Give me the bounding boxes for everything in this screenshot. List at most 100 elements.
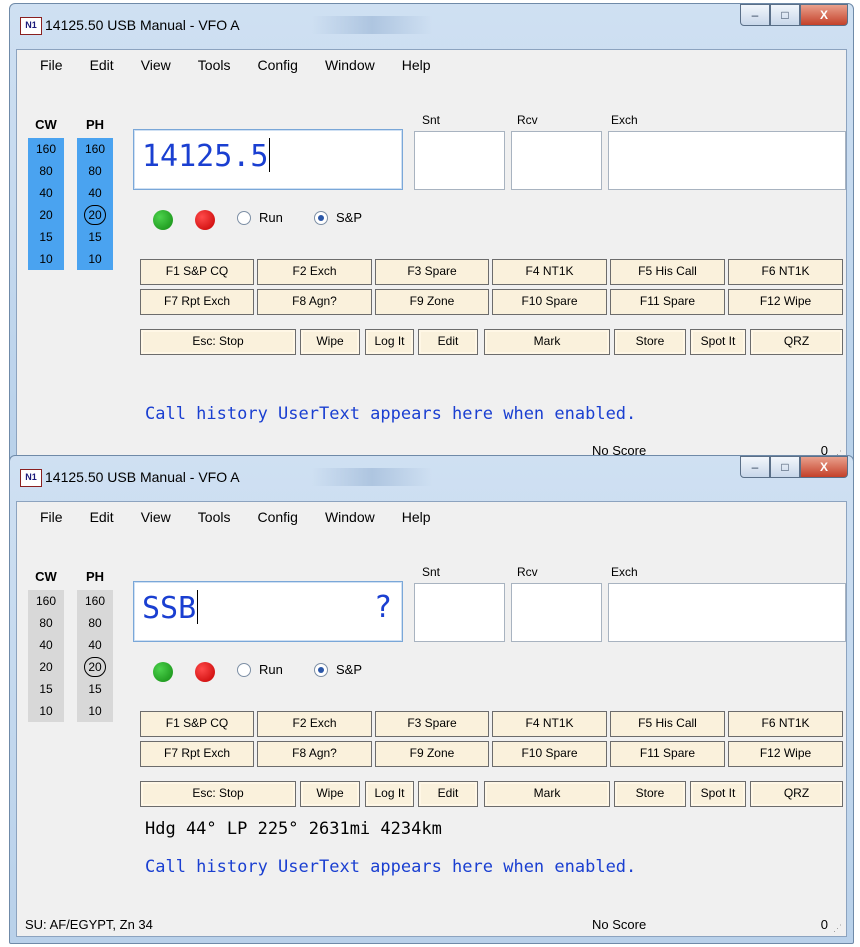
menu-view[interactable]: View — [137, 57, 175, 73]
cw-band-15[interactable]: 15 — [28, 226, 64, 248]
wipe-button[interactable]: Wipe — [300, 781, 360, 807]
menu-config[interactable]: Config — [253, 57, 301, 73]
minimize-button[interactable]: – — [740, 4, 770, 26]
log-it-button[interactable]: Log It — [365, 781, 414, 807]
exch-field[interactable] — [608, 131, 846, 190]
title-bar[interactable]: N1 14125.50 USB Manual - VFO A – □ X — [10, 456, 853, 500]
f7-button[interactable]: F7 Rpt Exch — [140, 289, 254, 315]
f9-button[interactable]: F9 Zone — [375, 289, 489, 315]
menu-help[interactable]: Help — [398, 57, 435, 73]
menu-tools[interactable]: Tools — [194, 509, 235, 525]
f4-button[interactable]: F4 NT1K — [492, 711, 607, 737]
ph-band-15[interactable]: 15 — [77, 678, 113, 700]
menu-window[interactable]: Window — [321, 57, 379, 73]
f8-button[interactable]: F8 Agn? — [257, 289, 372, 315]
f9-button[interactable]: F9 Zone — [375, 741, 489, 767]
run-radio[interactable]: Run — [237, 662, 283, 677]
menu-tools[interactable]: Tools — [194, 57, 235, 73]
f11-button[interactable]: F11 Spare — [610, 741, 725, 767]
callsign-field[interactable]: 14125.5 — [133, 129, 403, 190]
ph-band-40[interactable]: 40 — [77, 182, 113, 204]
cw-band-20[interactable]: 20 — [28, 204, 64, 226]
ph-band-160[interactable]: 160 — [77, 138, 113, 160]
f3-button[interactable]: F3 Spare — [375, 259, 489, 285]
f2-button[interactable]: F2 Exch — [257, 711, 372, 737]
ph-band-40[interactable]: 40 — [77, 634, 113, 656]
sp-radio[interactable]: S&P — [314, 662, 362, 677]
f5-button[interactable]: F5 His Call — [610, 711, 725, 737]
cw-band-80[interactable]: 80 — [28, 160, 64, 182]
cw-band-40[interactable]: 40 — [28, 634, 64, 656]
esc-stop-button[interactable]: Esc: Stop — [140, 781, 296, 807]
ph-band-160[interactable]: 160 — [77, 590, 113, 612]
edit-button[interactable]: Edit — [418, 781, 478, 807]
cw-band-160[interactable]: 160 — [28, 138, 64, 160]
ph-band-20-selected[interactable]: 20 — [77, 204, 113, 226]
resize-grip-icon[interactable]: ⋰ — [833, 923, 843, 933]
ph-band-15[interactable]: 15 — [77, 226, 113, 248]
f12-button[interactable]: F12 Wipe — [728, 741, 843, 767]
menu-help[interactable]: Help — [398, 509, 435, 525]
minimize-button[interactable]: – — [740, 456, 770, 478]
ph-band-10[interactable]: 10 — [77, 700, 113, 722]
menu-file[interactable]: File — [36, 509, 67, 525]
cw-band-10[interactable]: 10 — [28, 700, 64, 722]
ph-band-80[interactable]: 80 — [77, 160, 113, 182]
maximize-button[interactable]: □ — [770, 4, 800, 26]
close-button[interactable]: X — [800, 456, 848, 478]
qrz-button[interactable]: QRZ — [750, 781, 843, 807]
f6-button[interactable]: F6 NT1K — [728, 711, 843, 737]
run-radio[interactable]: Run — [237, 210, 283, 225]
esc-stop-button[interactable]: Esc: Stop — [140, 329, 296, 355]
spot-it-button[interactable]: Spot It — [690, 781, 746, 807]
snt-field[interactable] — [414, 131, 505, 190]
store-button[interactable]: Store — [614, 329, 686, 355]
exch-field[interactable] — [608, 583, 846, 642]
f8-button[interactable]: F8 Agn? — [257, 741, 372, 767]
f11-button[interactable]: F11 Spare — [610, 289, 725, 315]
menu-edit[interactable]: Edit — [86, 509, 118, 525]
cw-band-10[interactable]: 10 — [28, 248, 64, 270]
close-button[interactable]: X — [800, 4, 848, 26]
f7-button[interactable]: F7 Rpt Exch — [140, 741, 254, 767]
log-it-button[interactable]: Log It — [365, 329, 414, 355]
ph-band-10[interactable]: 10 — [77, 248, 113, 270]
menu-window[interactable]: Window — [321, 509, 379, 525]
f6-button[interactable]: F6 NT1K — [728, 259, 843, 285]
f12-button[interactable]: F12 Wipe — [728, 289, 843, 315]
qrz-button[interactable]: QRZ — [750, 329, 843, 355]
ph-band-20-selected[interactable]: 20 — [77, 656, 113, 678]
exch-label: Exch — [611, 565, 638, 579]
edit-button[interactable]: Edit — [418, 329, 478, 355]
menu-config[interactable]: Config — [253, 509, 301, 525]
f1-button[interactable]: F1 S&P CQ — [140, 259, 254, 285]
title-bar[interactable]: N1 14125.50 USB Manual - VFO A – □ X — [10, 4, 853, 48]
maximize-button[interactable]: □ — [770, 456, 800, 478]
f10-button[interactable]: F10 Spare — [492, 741, 607, 767]
f3-button[interactable]: F3 Spare — [375, 711, 489, 737]
cw-band-15[interactable]: 15 — [28, 678, 64, 700]
f2-button[interactable]: F2 Exch — [257, 259, 372, 285]
snt-field[interactable] — [414, 583, 505, 642]
wipe-button[interactable]: Wipe — [300, 329, 360, 355]
cw-band-20[interactable]: 20 — [28, 656, 64, 678]
store-button[interactable]: Store — [614, 781, 686, 807]
cw-band-40[interactable]: 40 — [28, 182, 64, 204]
rcv-field[interactable] — [511, 583, 602, 642]
f1-button[interactable]: F1 S&P CQ — [140, 711, 254, 737]
menu-file[interactable]: File — [36, 57, 67, 73]
menu-edit[interactable]: Edit — [86, 57, 118, 73]
cw-band-160[interactable]: 160 — [28, 590, 64, 612]
ph-band-80[interactable]: 80 — [77, 612, 113, 634]
f10-button[interactable]: F10 Spare — [492, 289, 607, 315]
f5-button[interactable]: F5 His Call — [610, 259, 725, 285]
f4-button[interactable]: F4 NT1K — [492, 259, 607, 285]
callsign-field[interactable]: SSB ? — [133, 581, 403, 642]
rcv-field[interactable] — [511, 131, 602, 190]
cw-band-80[interactable]: 80 — [28, 612, 64, 634]
sp-radio[interactable]: S&P — [314, 210, 362, 225]
mark-button[interactable]: Mark — [484, 781, 610, 807]
mark-button[interactable]: Mark — [484, 329, 610, 355]
spot-it-button[interactable]: Spot It — [690, 329, 746, 355]
menu-view[interactable]: View — [137, 509, 175, 525]
